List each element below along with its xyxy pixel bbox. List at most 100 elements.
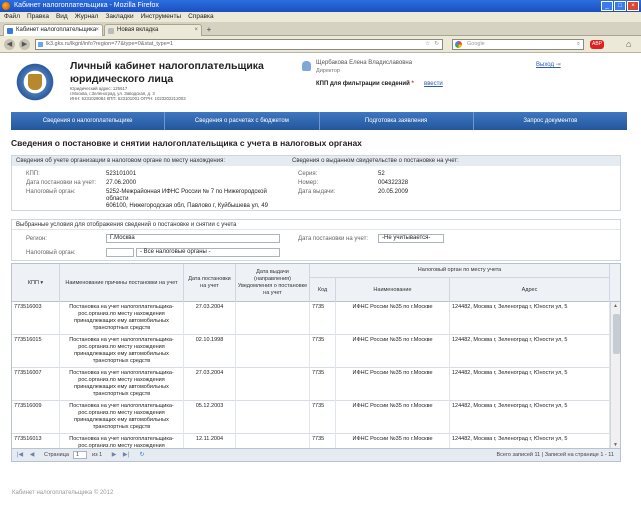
last-page-icon[interactable]: ▶| [122, 451, 130, 459]
close-window-button[interactable]: × [627, 1, 639, 11]
table-row[interactable]: 773516009 Постановка на учет налогоплате… [12, 401, 610, 434]
col-kpp[interactable]: КПП ▾ [12, 264, 60, 302]
col-reg-date[interactable]: Дата постановки на учет [184, 264, 236, 302]
col-notice-date[interactable]: Дата выдачи (направления) Уведомления о … [236, 264, 310, 302]
reload-icon[interactable]: ↻ [434, 40, 439, 49]
tab-cabinet[interactable]: Кабинет налогоплательщика × [3, 24, 103, 36]
page-content: Личный кабинет налогоплательщика юридиче… [0, 54, 641, 511]
window-titlebar: Кабинет налогоплательщика - Mozilla Fire… [0, 0, 641, 12]
next-page-icon[interactable]: ▶ [110, 451, 118, 459]
nav-taxpayer-info[interactable]: Сведения о налогоплательщике [11, 112, 166, 130]
menu-view[interactable]: Вид [56, 12, 68, 22]
tax-organ-label: Налоговый орган: [26, 189, 76, 195]
prev-page-icon[interactable]: ◀ [28, 451, 36, 459]
tab-bar: Кабинет налогоплательщика × Новая вкладк… [0, 22, 641, 36]
menu-bar: Файл Правка Вид Журнал Закладки Инструме… [0, 12, 641, 22]
kpp-filter-link[interactable]: ввести [424, 81, 443, 87]
col-code[interactable]: Код [310, 278, 336, 302]
tax-organ-code-input[interactable] [106, 248, 134, 257]
page-count: из 1 [92, 452, 103, 458]
google-icon [455, 41, 462, 48]
table-pager: |◀ ◀ Страница 1 из 1 ▶ ▶| ↻ Всего записе… [11, 449, 621, 462]
number-value: 004322328 [378, 180, 409, 186]
close-tab-icon[interactable]: × [95, 25, 99, 36]
date-filter-label: Дата постановки на учет: [298, 236, 369, 242]
menu-history[interactable]: Журнал [75, 12, 99, 22]
table-row[interactable]: 773516015 Постановка на учет налогоплате… [12, 335, 610, 368]
nav-document-request[interactable]: Запрос документов [474, 112, 627, 130]
filters-panel-head: Выбранные условия для отображения сведен… [12, 220, 620, 230]
maximize-button[interactable]: □ [614, 1, 626, 11]
org-ids-line: ИНН: 5231029084 КПП: 523101001 ОГРН: 102… [70, 96, 186, 101]
scroll-up-icon[interactable]: ▲ [613, 303, 618, 309]
page-title-line2: юридического лица [70, 73, 174, 85]
first-page-icon[interactable]: |◀ [16, 451, 24, 459]
page-number-input[interactable]: 1 [73, 451, 87, 459]
menu-edit[interactable]: Правка [27, 12, 49, 22]
series-value: 52 [378, 171, 385, 177]
user-icon [302, 61, 311, 71]
date-filter-select[interactable]: -Не учитывается- [378, 234, 444, 243]
close-tab-icon[interactable]: × [194, 25, 198, 36]
series-label: Серия: [298, 171, 318, 177]
nav-budget-settlements[interactable]: Сведения о расчетах с бюджетом [165, 112, 320, 130]
adblock-icon[interactable]: ABP [590, 40, 604, 49]
new-tab-button[interactable]: + [204, 25, 214, 35]
footer-copyright: Кабинет налогоплательщика © 2012 [12, 490, 114, 496]
registrations-table: КПП ▾ Наименование причины постановки на… [11, 263, 621, 449]
site-favicon [7, 28, 13, 34]
reg-date-value: 27.06.2000 [106, 180, 137, 186]
col-group-tax-organ: Налоговый орган по месту учета [310, 264, 610, 278]
scroll-down-icon[interactable]: ▼ [613, 442, 618, 448]
region-input[interactable]: Г.Москва [106, 234, 280, 243]
col-reason[interactable]: Наименование причины постановки на учет [60, 264, 184, 302]
table-row[interactable]: 773516013 Постановка на учет налогоплате… [12, 434, 610, 448]
bookmark-star-icon[interactable]: ☆ [425, 40, 430, 49]
region-label: Регион: [26, 236, 47, 242]
window-title: Кабинет налогоплательщика - Mozilla Fire… [14, 2, 159, 9]
reg-date-label: Дата постановки на учет: [26, 180, 97, 186]
kpp-filter-label: КПП для фильтрации сведений * [316, 81, 414, 87]
table-row[interactable]: 773516003 Постановка на учет налогоплате… [12, 302, 610, 335]
user-name: Щербакова Елена Владиславовна [316, 60, 413, 66]
back-button[interactable]: ◀ [4, 39, 15, 50]
fns-emblem-logo [14, 62, 56, 102]
scroll-thumb[interactable] [613, 314, 620, 354]
page-title-line1: Личный кабинет налогоплательщика [70, 60, 264, 72]
tax-organ-line1: 5252-Межрайонная ИФНС России № 7 по Ниже… [106, 189, 267, 195]
issue-date-value: 20.05.2009 [378, 189, 409, 195]
address-bar[interactable]: lk3.gks.ru/lkgnl/info?region=77&type=0&s… [35, 39, 443, 50]
search-box[interactable]: Google ⌕ [452, 39, 584, 50]
search-placeholder: Google [467, 41, 485, 47]
navigation-toolbar: ◀ ▶ lk3.gks.ru/lkgnl/info?region=77&type… [0, 36, 641, 53]
issue-date-label: Дата выдачи: [298, 189, 336, 195]
table-vertical-scrollbar[interactable]: ▲ ▼ [610, 302, 620, 448]
table-row[interactable]: 773516007 Постановка на учет налогоплате… [12, 368, 610, 401]
section-title: Сведения о постановке и снятии налогопла… [11, 138, 362, 148]
table-header: КПП ▾ Наименование причины постановки на… [12, 264, 620, 302]
kpp-label: КПП: [26, 171, 40, 177]
search-icon[interactable]: ⌕ [577, 40, 580, 49]
tax-organ-select[interactable]: - Все налоговые органы - [136, 248, 280, 257]
forward-button[interactable]: ▶ [19, 39, 30, 50]
exit-icon: ⇥ [555, 62, 561, 68]
refresh-icon[interactable]: ↻ [138, 451, 146, 459]
home-icon[interactable]: ⌂ [626, 39, 631, 49]
menu-file[interactable]: Файл [4, 12, 20, 22]
firefox-icon [2, 2, 10, 10]
tax-organ-line2: области [106, 196, 129, 202]
minimize-button[interactable]: _ [601, 1, 613, 11]
number-label: Номер: [298, 180, 319, 186]
tax-organ-filter-label: Налоговый орган: [26, 250, 76, 256]
registration-panel: Сведения об учете организации в налогово… [11, 155, 621, 211]
col-name[interactable]: Наименование [336, 278, 450, 302]
menu-help[interactable]: Справка [188, 12, 214, 22]
main-navigation: Сведения о налогоплательщике Сведения о … [11, 112, 627, 130]
col-address[interactable]: Адрес [450, 278, 610, 302]
tab-new[interactable]: Новая вкладка × [104, 24, 202, 36]
menu-bookmarks[interactable]: Закладки [105, 12, 133, 22]
url-text: lk3.gks.ru/lkgnl/info?region=77&type=0&s… [46, 41, 174, 47]
logout-link[interactable]: Выход ⇥ [536, 61, 561, 68]
nav-application[interactable]: Подготовка заявления [320, 112, 474, 130]
menu-tools[interactable]: Инструменты [141, 12, 182, 22]
